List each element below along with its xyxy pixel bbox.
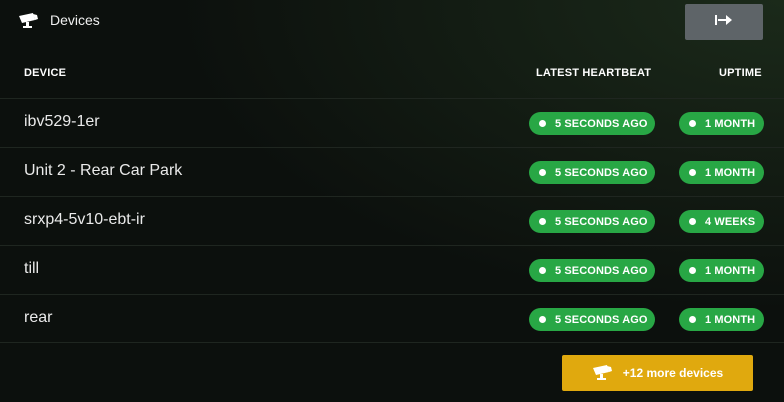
device-name: ibv529-1er <box>24 113 100 130</box>
heartbeat-text: 5 SECONDS AGO <box>555 166 648 179</box>
status-dot-icon <box>689 169 696 176</box>
column-header-device: DEVICE <box>24 67 67 79</box>
devices-table: ibv529-1er 5 SECONDS AGO 1 MONTH Unit 2 … <box>0 98 784 343</box>
device-name: srxp4-5v10-ebt-ir <box>24 211 145 228</box>
more-devices-button[interactable]: +12 more devices <box>562 355 753 391</box>
uptime-text: 1 MONTH <box>705 313 756 326</box>
uptime-badge: 1 MONTH <box>679 161 764 184</box>
heartbeat-text: 5 SECONDS AGO <box>555 264 648 277</box>
table-row[interactable]: ibv529-1er 5 SECONDS AGO 1 MONTH <box>0 98 784 147</box>
table-row[interactable]: Unit 2 - Rear Car Park 5 SECONDS AGO 1 M… <box>0 147 784 196</box>
uptime-badge: 4 WEEKS <box>679 210 764 233</box>
heartbeat-text: 5 SECONDS AGO <box>555 117 648 130</box>
heartbeat-badge: 5 SECONDS AGO <box>529 112 655 135</box>
uptime-badge: 1 MONTH <box>679 308 764 331</box>
heartbeat-text: 5 SECONDS AGO <box>555 215 648 228</box>
table-row[interactable]: srxp4-5v10-ebt-ir 5 SECONDS AGO 4 WEEKS <box>0 196 784 245</box>
device-name: rear <box>24 309 53 326</box>
uptime-text: 1 MONTH <box>705 117 756 130</box>
logout-button[interactable] <box>685 4 763 40</box>
status-dot-icon <box>539 316 546 323</box>
uptime-text: 4 WEEKS <box>705 215 756 228</box>
heartbeat-badge: 5 SECONDS AGO <box>529 161 655 184</box>
status-dot-icon <box>689 267 696 274</box>
column-header-heartbeat: LATEST HEARTBEAT <box>536 67 652 79</box>
app-header: Devices <box>0 0 784 44</box>
status-dot-icon <box>689 218 696 225</box>
page-title: Devices <box>50 12 100 28</box>
security-camera-icon <box>18 12 40 30</box>
security-camera-icon <box>592 364 614 382</box>
uptime-badge: 1 MONTH <box>679 112 764 135</box>
table-row[interactable]: rear 5 SECONDS AGO 1 MONTH <box>0 294 784 343</box>
uptime-badge: 1 MONTH <box>679 259 764 282</box>
status-dot-icon <box>539 169 546 176</box>
column-header-uptime: UPTIME <box>719 67 762 79</box>
status-dot-icon <box>539 267 546 274</box>
more-devices-label: +12 more devices <box>622 366 724 380</box>
device-name: till <box>24 260 40 277</box>
heartbeat-badge: 5 SECONDS AGO <box>529 308 655 331</box>
status-dot-icon <box>539 218 546 225</box>
status-dot-icon <box>539 120 546 127</box>
uptime-text: 1 MONTH <box>705 166 756 179</box>
heartbeat-badge: 5 SECONDS AGO <box>529 210 655 233</box>
logout-arrow-icon <box>714 13 734 32</box>
device-name: Unit 2 - Rear Car Park <box>24 162 183 179</box>
table-row[interactable]: till 5 SECONDS AGO 1 MONTH <box>0 245 784 294</box>
status-dot-icon <box>689 120 696 127</box>
heartbeat-text: 5 SECONDS AGO <box>555 313 648 326</box>
uptime-text: 1 MONTH <box>705 264 756 277</box>
heartbeat-badge: 5 SECONDS AGO <box>529 259 655 282</box>
status-dot-icon <box>689 316 696 323</box>
